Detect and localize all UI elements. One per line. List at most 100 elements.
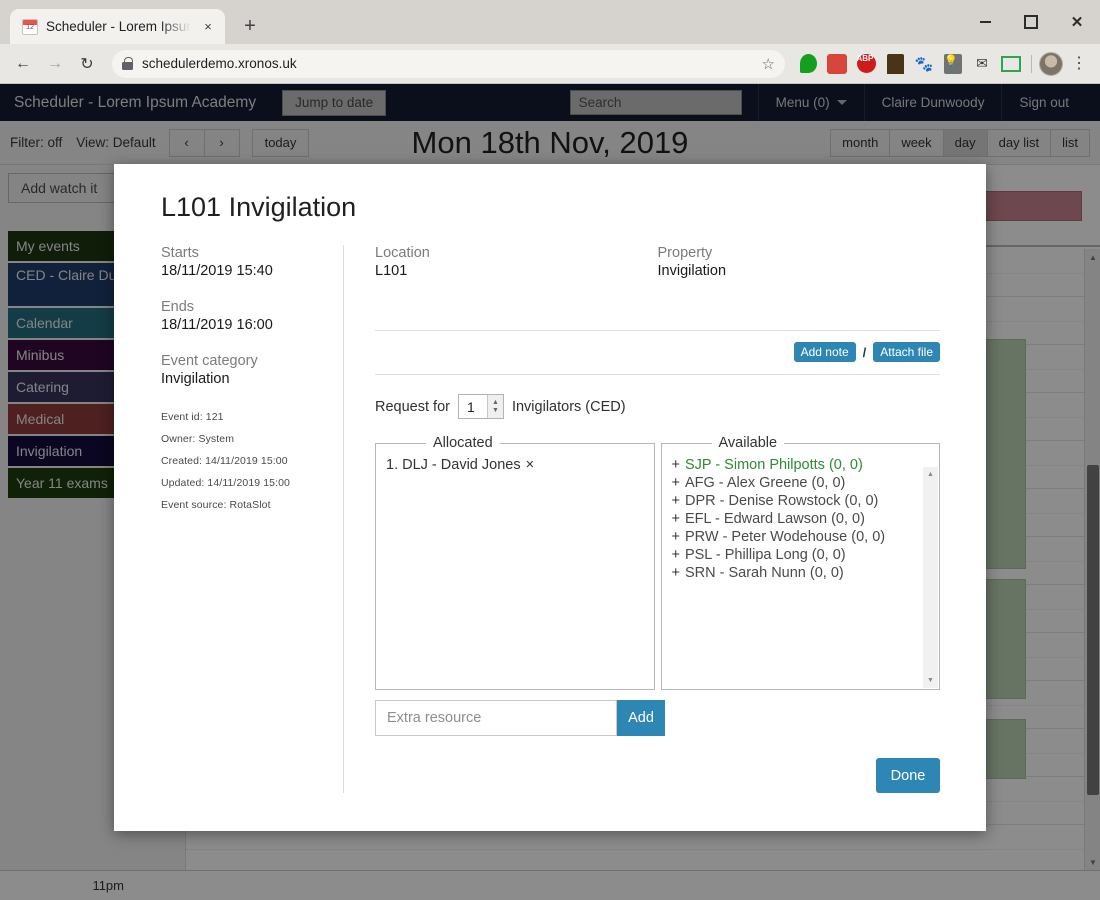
allocated-listbox: Allocated 1. DLJ - David Jones × (375, 435, 655, 690)
attach-file-button[interactable]: Attach file (873, 342, 940, 362)
add-resource-icon[interactable]: + (672, 511, 680, 527)
close-icon[interactable]: × (199, 18, 217, 36)
metadata-line: Updated: 14/11/2019 15:00 (161, 477, 290, 489)
browser-menu-icon[interactable]: ⋮ (1066, 51, 1092, 77)
allocated-legend: Allocated (433, 435, 493, 451)
back-icon[interactable]: ← (8, 49, 38, 79)
scroll-up-icon[interactable]: ▲ (923, 467, 938, 482)
avatar[interactable] (1039, 51, 1063, 76)
add-resource-icon[interactable]: + (672, 565, 680, 581)
green-blob-icon[interactable] (795, 51, 821, 77)
category-label: Event category (161, 353, 258, 369)
extension-icons: ABP 🐾 💡 ✉ ⋮ (795, 51, 1092, 77)
allocated-item: 1. DLJ - David Jones × (386, 456, 652, 474)
available-item[interactable]: + PRW - Peter Wodehouse (0, 0) (672, 528, 938, 546)
scroll-down-icon[interactable]: ▼ (923, 673, 938, 688)
available-scrollbar[interactable]: ▲ ▼ (923, 467, 938, 688)
lightbulb-icon[interactable]: 💡 (940, 51, 966, 77)
browser-window: Scheduler - Lorem Ipsum A × + ✕ ← → ↻ sc… (0, 0, 1100, 900)
gnome-foot-icon[interactable]: 🐾 (911, 51, 937, 77)
property-value: Invigilation (657, 263, 727, 279)
category-value: Invigilation (161, 371, 230, 387)
request-suffix-label: Invigilators (CED) (511, 398, 626, 415)
add-resource-icon[interactable]: + (672, 475, 680, 491)
spinner-up-icon[interactable]: ▲ (492, 399, 499, 406)
property-row: Location L101 Property Invigilation (375, 245, 940, 299)
location-field: Location L101 (375, 245, 658, 299)
url-text: schedulerdemo.xronos.uk (142, 56, 297, 71)
event-dialog: L101 Invigilation Starts 18/11/2019 15:4… (114, 164, 986, 831)
dialog-actions: Done (375, 758, 940, 793)
add-resource-icon[interactable]: + (672, 457, 680, 473)
reload-icon[interactable]: ↻ (72, 49, 102, 79)
spinner-icon[interactable]: ▲ ▼ (486, 395, 503, 418)
address-bar[interactable]: schedulerdemo.xronos.uk ☆ (112, 49, 785, 78)
available-item[interactable]: + EFL - Edward Lawson (0, 0) (672, 510, 938, 528)
forward-icon[interactable]: → (40, 49, 70, 79)
new-tab-button[interactable]: + (235, 11, 265, 41)
adblock-plus-icon[interactable]: ABP (853, 51, 879, 77)
request-row: Request for 1 ▲ ▼ Invigilators (CED) (375, 375, 940, 435)
tab-title: Scheduler - Lorem Ipsum A (46, 19, 191, 34)
dialog-columns: Starts 18/11/2019 15:40 Ends 18/11/2019 … (146, 245, 940, 793)
metadata-line: Created: 14/11/2019 15:00 (161, 455, 288, 467)
request-prefix-label: Request for (375, 398, 450, 415)
available-listbox: Available + SJP - Simon Philpotts (0, 0) +… (660, 435, 940, 690)
favicon-icon (22, 18, 38, 35)
add-button[interactable]: Add (617, 700, 665, 736)
available-item-label: SJP - Simon Philpotts (0, 0) (684, 457, 863, 473)
mail-icon[interactable]: ✉ (969, 51, 995, 77)
browser-toolbar: ← → ↻ schedulerdemo.xronos.uk ☆ ABP 🐾 💡 … (0, 44, 1100, 84)
available-item-label: PRW - Peter Wodehouse (0, 0) (684, 529, 886, 545)
close-window-button[interactable]: ✕ (1054, 0, 1100, 44)
done-button[interactable]: Done (876, 758, 940, 793)
window-controls: ✕ (962, 0, 1100, 44)
available-item[interactable]: + PSL - Phillipa Long (0, 0) (672, 546, 938, 564)
bookmark-star-icon[interactable]: ☆ (762, 55, 775, 73)
metadata-line: Owner: System (161, 433, 235, 445)
available-items: + SJP - Simon Philpotts (0, 0) + AFG - Alex… (662, 451, 940, 582)
property-label: Property (657, 245, 713, 261)
browser-tab[interactable]: Scheduler - Lorem Ipsum A × (10, 9, 225, 44)
quantity-stepper[interactable]: 1 ▲ ▼ (457, 394, 504, 419)
add-resource-icon[interactable]: + (672, 529, 680, 545)
location-label: Location (375, 245, 430, 261)
available-item-label: AFG - Alex Greene (0, 0) (684, 475, 846, 491)
available-item-label: DPR - Denise Rowstock (0, 0) (684, 493, 879, 509)
available-item-label: PSL - Phillipa Long (0, 0) (684, 547, 846, 563)
event-metadata: Event id: 121 Owner: System Created: 14/11… (161, 411, 343, 511)
available-item[interactable]: + SRN - Sarah Nunn (0, 0) (672, 564, 938, 582)
ends-label: Ends (161, 299, 195, 315)
minimize-button[interactable] (962, 0, 1008, 44)
allocated-item-label: 1. DLJ - David Jones (386, 457, 521, 473)
extra-resource-input[interactable]: Extra resource (375, 700, 617, 736)
available-legend: Available (718, 435, 778, 451)
allocated-items: 1. DLJ - David Jones × (376, 451, 654, 474)
resource-lists: Allocated 1. DLJ - David Jones × Availabl… (375, 435, 940, 690)
metadata-line: Event id: 121 (161, 411, 224, 423)
location-value: L101 (375, 263, 408, 279)
dialog-title: L101 Invigilation (161, 192, 357, 222)
add-resource-icon[interactable]: + (672, 493, 680, 509)
available-item[interactable]: + DPR - Denise Rowstock (0, 0) (672, 492, 938, 510)
spinner-down-icon[interactable]: ▼ (492, 407, 499, 414)
separator: / (862, 344, 867, 360)
available-item[interactable]: + SJP - Simon Philpotts (0, 0) (672, 456, 938, 474)
remove-allocation-icon[interactable]: × (526, 457, 534, 473)
add-resource-icon[interactable]: + (672, 547, 680, 563)
available-item[interactable]: + AFG - Alex Greene (0, 0) (672, 474, 938, 492)
green-frame-icon[interactable] (998, 51, 1024, 77)
page-viewport: Scheduler - Lorem Ipsum Academy Jump to … (0, 84, 1100, 900)
add-note-button[interactable]: Add note (793, 342, 856, 362)
dialog-right-column: Location L101 Property Invigilation Add … (344, 245, 940, 793)
metadata-line: Event source: RotaSlot (161, 499, 271, 511)
red-book-icon[interactable] (824, 51, 850, 77)
tab-strip: Scheduler - Lorem Ipsum A × + ✕ (0, 0, 1100, 44)
property-field: Property Invigilation (658, 245, 941, 299)
maximize-button[interactable] (1008, 0, 1054, 44)
starts-value: 18/11/2019 15:40 (161, 263, 273, 279)
door-icon[interactable] (882, 51, 908, 77)
available-item-label: EFL - Edward Lawson (0, 0) (684, 511, 865, 527)
starts-label: Starts (161, 245, 199, 261)
extra-resource-row: Extra resource Add (375, 700, 665, 736)
